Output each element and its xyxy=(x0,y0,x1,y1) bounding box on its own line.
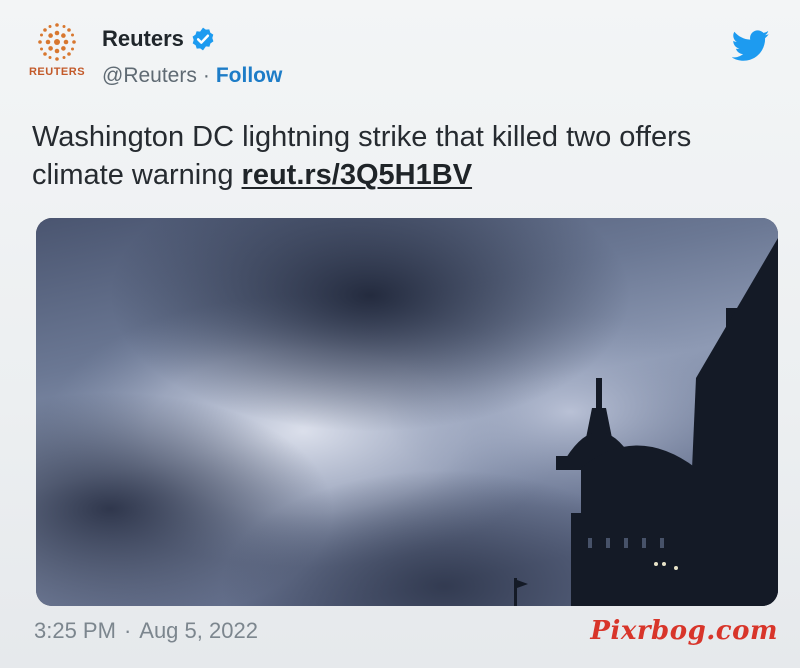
tweet-link[interactable]: reut.rs/3Q5H1BV xyxy=(242,159,473,191)
screen-photo: REUTERS Reuters @Reuters · Follow Washin… xyxy=(0,0,800,668)
timestamp-time: 3:25 PM xyxy=(34,618,116,643)
photo-capitol-dome-storm-clouds xyxy=(36,218,778,606)
avatar[interactable]: REUTERS xyxy=(22,20,92,86)
tweet-header: REUTERS Reuters @Reuters · Follow xyxy=(22,20,782,96)
timestamp-date: Aug 5, 2022 xyxy=(139,618,258,643)
timestamp-separator: · xyxy=(123,618,132,643)
tweet-media-photo[interactable] xyxy=(36,218,778,606)
follow-button[interactable]: Follow xyxy=(216,64,283,88)
reuters-logo-icon xyxy=(38,23,76,61)
author-handle-row: @Reuters · Follow xyxy=(102,64,282,88)
twitter-bird-icon[interactable] xyxy=(731,30,770,67)
author-display-name[interactable]: Reuters xyxy=(102,26,184,52)
author-handle[interactable]: @Reuters xyxy=(102,64,197,88)
author-name-row: Reuters xyxy=(102,26,216,52)
verified-badge-icon xyxy=(190,26,216,52)
tweet-text: Washington DC lightning strike that kill… xyxy=(32,118,782,194)
avatar-label: REUTERS xyxy=(28,66,86,78)
separator-dot: · xyxy=(202,64,210,87)
watermark: Pixrbog.com xyxy=(590,616,778,646)
tweet-timestamp[interactable]: 3:25 PM · Aug 5, 2022 xyxy=(34,618,258,644)
